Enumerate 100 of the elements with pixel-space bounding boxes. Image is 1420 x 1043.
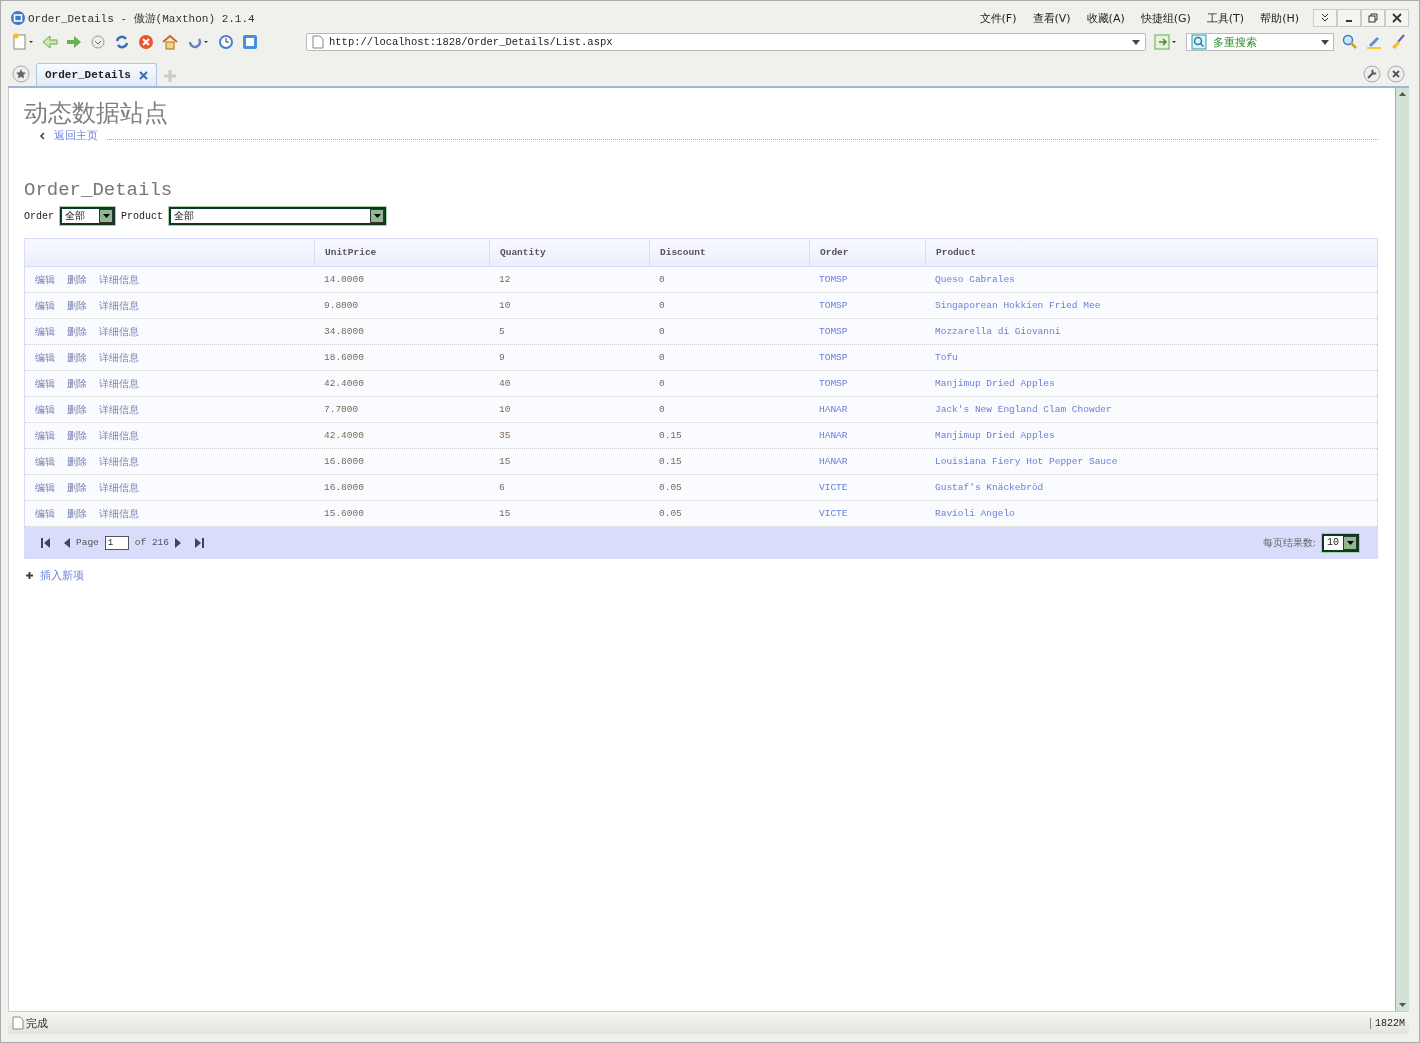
- menu-item[interactable]: 收藏(A): [1086, 10, 1125, 26]
- table-cell: 0.15: [659, 430, 682, 441]
- order-link[interactable]: HANAR: [819, 404, 848, 415]
- column-header[interactable]: Order: [809, 239, 925, 266]
- page-number-field[interactable]: 1: [104, 535, 129, 550]
- row-action-link[interactable]: 详细信息: [99, 272, 139, 287]
- order-link[interactable]: TOMSP: [819, 300, 848, 311]
- minimize-button[interactable]: [1337, 9, 1361, 27]
- order-link[interactable]: TOMSP: [819, 274, 848, 285]
- product-link[interactable]: Jack's New England Clam Chowder: [935, 404, 1112, 415]
- menu-item[interactable]: 快捷组(G): [1140, 10, 1191, 26]
- row-action-link[interactable]: 编辑: [35, 428, 55, 443]
- row-action-link[interactable]: 删除: [67, 376, 87, 391]
- column-header[interactable]: UnitPrice: [314, 239, 489, 266]
- browser-tab[interactable]: Order_Details: [36, 63, 157, 86]
- refresh-icon[interactable]: [114, 34, 130, 50]
- row-action-link[interactable]: 编辑: [35, 506, 55, 521]
- order-link[interactable]: TOMSP: [819, 378, 848, 389]
- order-link[interactable]: VICTE: [819, 482, 848, 493]
- row-action-link[interactable]: 详细信息: [99, 428, 139, 443]
- restore-button[interactable]: [1361, 9, 1385, 27]
- row-action-link[interactable]: 详细信息: [99, 480, 139, 495]
- product-link[interactable]: Ravioli Angelo: [935, 508, 1015, 519]
- product-link[interactable]: Mozzarella di Giovanni: [935, 326, 1061, 337]
- row-action-link[interactable]: 编辑: [35, 480, 55, 495]
- row-action-link[interactable]: 详细信息: [99, 506, 139, 521]
- previous-page-icon[interactable]: [64, 537, 70, 548]
- site-title: 动态数据站点: [24, 98, 169, 128]
- product-link[interactable]: Manjimup Dried Apples: [935, 430, 1055, 441]
- product-link[interactable]: Louisiana Fiery Hot Pepper Sauce: [935, 456, 1118, 467]
- order-link[interactable]: HANAR: [819, 456, 848, 467]
- order-link[interactable]: HANAR: [819, 430, 848, 441]
- row-action-link[interactable]: 编辑: [35, 376, 55, 391]
- more-button[interactable]: [1313, 9, 1337, 27]
- first-page-icon[interactable]: [41, 537, 50, 548]
- row-action-link[interactable]: 详细信息: [99, 454, 139, 469]
- row-action-link[interactable]: 编辑: [35, 324, 55, 339]
- close-button[interactable]: [1385, 9, 1409, 27]
- last-page-icon[interactable]: [195, 537, 205, 548]
- column-header[interactable]: Discount: [649, 239, 809, 266]
- clock-icon[interactable]: [218, 34, 234, 50]
- window-icon[interactable]: [242, 34, 258, 50]
- wrench-icon[interactable]: [1363, 65, 1381, 83]
- page-size-label: 每页结果数:: [1262, 535, 1316, 550]
- row-action-link[interactable]: 删除: [67, 272, 87, 287]
- close-icon[interactable]: [138, 70, 148, 80]
- order-link[interactable]: VICTE: [819, 508, 848, 519]
- column-header[interactable]: Quantity: [489, 239, 649, 266]
- product-link[interactable]: Queso Cabrales: [935, 274, 1015, 285]
- row-action-link[interactable]: 详细信息: [99, 350, 139, 365]
- product-link[interactable]: Singaporean Hokkien Fried Mee: [935, 300, 1101, 311]
- row-action-link[interactable]: 详细信息: [99, 402, 139, 417]
- menu-item[interactable]: 文件(F): [979, 10, 1017, 26]
- product-link[interactable]: Manjimup Dried Apples: [935, 378, 1055, 389]
- row-action-link[interactable]: 删除: [67, 506, 87, 521]
- home-icon[interactable]: [162, 34, 178, 50]
- row-action-link[interactable]: 删除: [67, 428, 87, 443]
- row-action-link[interactable]: 编辑: [35, 402, 55, 417]
- filter-dropdown[interactable]: 全部: [60, 207, 115, 225]
- menu-item[interactable]: 查看(V): [1032, 10, 1071, 26]
- go-icon[interactable]: [1154, 34, 1178, 50]
- close-icon[interactable]: [1387, 65, 1405, 83]
- new-page-icon[interactable]: [12, 33, 34, 51]
- row-action-link[interactable]: 编辑: [35, 454, 55, 469]
- dropdown-arrow-icon[interactable]: [1132, 39, 1140, 45]
- product-link[interactable]: Gustaf's Knäckebröd: [935, 482, 1044, 493]
- stop-icon[interactable]: [138, 34, 154, 50]
- row-action-link[interactable]: 编辑: [35, 298, 55, 313]
- row-action-link[interactable]: 删除: [67, 402, 87, 417]
- row-action-link[interactable]: 删除: [67, 350, 87, 365]
- row-action-link[interactable]: 详细信息: [99, 298, 139, 313]
- search-engine-field[interactable]: 多重搜索: [1186, 33, 1334, 51]
- row-action-link[interactable]: 删除: [67, 480, 87, 495]
- scroll-up-icon[interactable]: [1399, 92, 1406, 96]
- filter-dropdown[interactable]: 全部: [169, 207, 387, 225]
- order-link[interactable]: TOMSP: [819, 352, 848, 363]
- row-action-link[interactable]: 编辑: [35, 272, 55, 287]
- address-field[interactable]: http://localhost:1828/Order_Details/List.aspx: [306, 33, 1146, 51]
- row-action-link[interactable]: 编辑: [35, 350, 55, 365]
- back-home-link[interactable]: 返回主页: [54, 128, 98, 143]
- scroll-down-icon[interactable]: [1399, 1003, 1406, 1007]
- highlighter-icon[interactable]: [1366, 34, 1382, 50]
- search-icon[interactable]: [1342, 34, 1358, 50]
- broom-icon[interactable]: [1390, 34, 1406, 50]
- row-action-link[interactable]: 删除: [67, 454, 87, 469]
- insert-item-link[interactable]: 插入新项: [40, 568, 84, 583]
- row-action-link[interactable]: 删除: [67, 324, 87, 339]
- menu-item[interactable]: 帮助(H): [1260, 10, 1299, 26]
- dropdown-circle-icon[interactable]: [90, 34, 106, 50]
- row-action-link[interactable]: 删除: [67, 298, 87, 313]
- next-page-icon[interactable]: [175, 537, 182, 548]
- menu-item[interactable]: 工具(T): [1206, 10, 1245, 26]
- product-link[interactable]: Tofu: [935, 352, 958, 363]
- column-header[interactable]: Product: [925, 239, 1377, 266]
- page-size-dropdown[interactable]: 10: [1322, 533, 1359, 552]
- dropdown-arrow-icon[interactable]: [1321, 39, 1329, 45]
- row-action-link[interactable]: 详细信息: [99, 376, 139, 391]
- scrollbar[interactable]: [1395, 88, 1409, 1011]
- row-action-link[interactable]: 详细信息: [99, 324, 139, 339]
- order-link[interactable]: TOMSP: [819, 326, 848, 337]
